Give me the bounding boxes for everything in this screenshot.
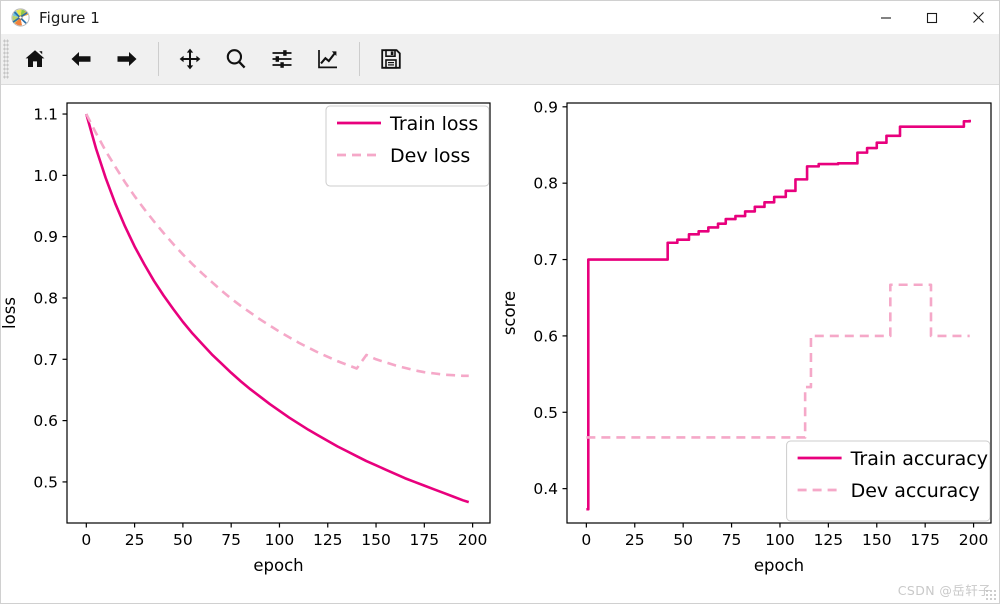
matplotlib-logo-icon <box>11 8 30 27</box>
x-tick-label: 50 <box>173 531 193 549</box>
x-tick-label: 100 <box>265 531 295 549</box>
y-tick-label: 0.7 <box>533 251 558 269</box>
window-title: Figure 1 <box>39 8 100 27</box>
title-bar: Figure 1 <box>1 1 999 35</box>
matplotlib-figure: 0 25 50 75 100 125 150 175 200 0.5 0.6 0.7 0.8 0.9 1.0… <box>1 85 999 603</box>
close-button[interactable] <box>955 1 999 34</box>
navigation-toolbar <box>1 34 999 85</box>
x-tick-label: 75 <box>221 531 241 549</box>
toolbar-drag-handle[interactable] <box>3 39 9 79</box>
sliders-icon <box>272 50 292 68</box>
maximize-button[interactable] <box>909 1 955 34</box>
pan-button[interactable] <box>170 39 210 79</box>
x-axis-label: epoch <box>754 556 804 575</box>
y-tick-label: 1.1 <box>33 106 58 124</box>
x-tick-label: 175 <box>910 531 940 549</box>
home-icon <box>25 50 45 67</box>
x-tick-label: 75 <box>722 531 742 549</box>
y-tick-label: 0.8 <box>533 175 558 193</box>
x-tick-label: 125 <box>313 531 343 549</box>
pan-icon <box>179 48 201 70</box>
csdn-watermark: CSDN @岳轩子 <box>897 583 991 598</box>
window-controls <box>863 1 999 34</box>
y-axis-label: loss <box>1 297 19 329</box>
figure-window: Figure 1 0 25 50 75 100 125 150 175 200 … <box>0 0 1000 604</box>
edit-curves-button[interactable] <box>308 39 348 79</box>
configure-subplots-button[interactable] <box>262 39 302 79</box>
legend: Train accuracy Dev accuracy <box>786 440 991 522</box>
y-tick-label: 0.6 <box>33 412 58 430</box>
y-tick-label: 0.9 <box>533 98 558 116</box>
legend-label: Train accuracy <box>850 448 988 470</box>
y-tick-label: 0.5 <box>33 473 58 491</box>
resize-grip[interactable] <box>985 589 997 601</box>
figure-canvas[interactable]: 0 25 50 75 100 125 150 175 200 0.5 0.6 0.7 0.8 0.9 1.0… <box>1 85 999 603</box>
y-tick-label: 1.0 <box>33 167 58 185</box>
home-button[interactable] <box>15 39 55 79</box>
arrow-right-icon <box>117 52 137 66</box>
y-tick-label: 0.9 <box>33 228 58 246</box>
curve-edit-icon <box>318 50 337 69</box>
back-button[interactable] <box>61 39 101 79</box>
close-icon <box>972 12 984 23</box>
legend-label: Dev accuracy <box>851 480 980 502</box>
x-tick-label: 200 <box>458 531 488 549</box>
x-tick-label: 0 <box>581 531 591 549</box>
x-tick-label: 150 <box>361 531 391 549</box>
y-tick-label: 0.4 <box>533 480 558 498</box>
x-tick-label: 100 <box>765 531 795 549</box>
forward-button[interactable] <box>107 39 147 79</box>
zoom-button[interactable] <box>216 39 256 79</box>
x-tick-label: 0 <box>81 531 91 549</box>
save-icon <box>381 49 401 69</box>
x-axis-label: epoch <box>253 556 303 575</box>
x-tick-label: 25 <box>125 531 145 549</box>
toolbar-separator-1 <box>158 42 159 76</box>
maximize-icon <box>926 12 938 23</box>
y-tick-label: 0.8 <box>33 289 58 307</box>
y-tick-label: 0.7 <box>33 351 58 369</box>
y-axis-label: score <box>500 291 519 335</box>
x-tick-label: 200 <box>959 531 989 549</box>
y-tick-label: 0.5 <box>533 404 558 422</box>
zoom-icon <box>226 49 246 69</box>
minimize-icon <box>881 16 891 19</box>
x-tick-label: 175 <box>410 531 440 549</box>
x-tick-label: 150 <box>862 531 892 549</box>
x-tick-label: 25 <box>625 531 645 549</box>
toolbar-separator-2 <box>359 42 360 76</box>
legend-label: Dev loss <box>390 145 470 167</box>
minimize-button[interactable] <box>863 1 909 34</box>
y-tick-label: 0.6 <box>533 327 558 345</box>
legend-label: Train loss <box>389 113 478 135</box>
x-tick-label: 50 <box>673 531 693 549</box>
save-button[interactable] <box>371 39 411 79</box>
x-tick-label: 125 <box>814 531 844 549</box>
legend: Train loss Dev loss <box>325 105 490 187</box>
arrow-left-icon <box>71 52 91 66</box>
